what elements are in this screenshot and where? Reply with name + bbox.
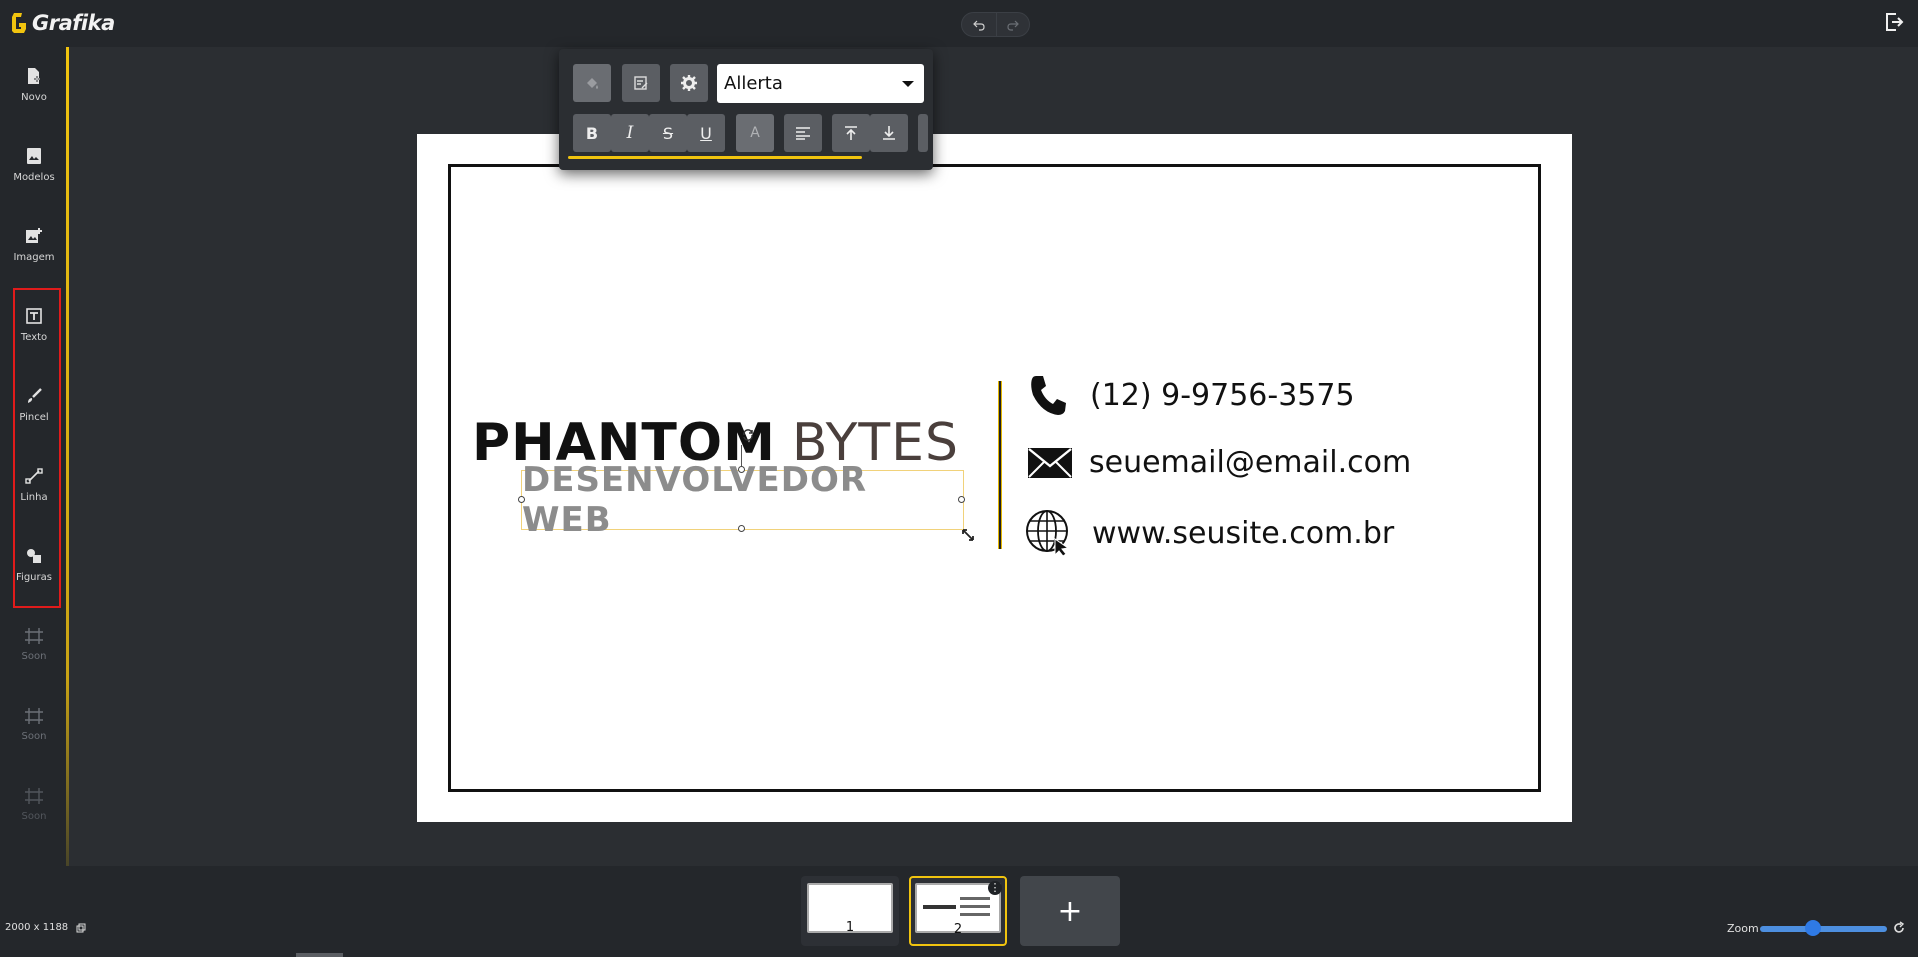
strikethrough-button[interactable]: S	[649, 114, 687, 152]
logout-button[interactable]	[1884, 12, 1904, 36]
sidebar-item-novo[interactable]: Novo	[0, 50, 68, 120]
resize-handle-bottom[interactable]	[738, 525, 745, 532]
italic-button[interactable]: I	[611, 114, 649, 152]
strikethrough-icon: S	[662, 123, 674, 143]
resize-handle-right[interactable]	[958, 496, 965, 503]
resize-handle-left[interactable]	[518, 496, 525, 503]
mail-icon	[1028, 447, 1072, 478]
phone-icon	[1031, 376, 1066, 415]
underline-button[interactable]: U	[687, 114, 725, 152]
sidebar-item-soon: Soon	[0, 610, 68, 680]
page-number: 1	[845, 920, 855, 935]
frame-icon	[25, 708, 43, 724]
font-family-value: Allerta	[724, 73, 783, 94]
templates-icon	[27, 148, 41, 164]
bottom-scroll-indicator	[296, 953, 343, 957]
page-thumbnail[interactable]: 1	[801, 876, 899, 946]
history-controls	[961, 12, 1030, 37]
font-size-icon: A	[750, 125, 760, 141]
caret-down-icon	[902, 80, 914, 87]
rotate-stem	[741, 445, 742, 466]
text-style-button[interactable]	[622, 64, 660, 102]
scale-handle-icon[interactable]	[961, 528, 975, 542]
font-family-select[interactable]: Allerta	[717, 64, 924, 103]
sidebar-item-soon: Soon	[0, 690, 68, 760]
logout-icon	[1886, 13, 1904, 31]
note-edit-icon	[634, 76, 648, 90]
bold-icon: B	[585, 123, 599, 143]
resize-handle-top[interactable]	[738, 466, 745, 473]
toolbar-scrollbar[interactable]	[568, 156, 862, 159]
zoom-label: Zoom	[1727, 922, 1759, 935]
sidebar-item-label: Soon	[21, 731, 47, 742]
preview-line	[960, 897, 990, 900]
frame-icon	[25, 628, 43, 644]
resize-canvas-icon[interactable]	[76, 923, 86, 933]
bold-button[interactable]: B	[573, 114, 611, 152]
page-number: 2	[953, 922, 963, 937]
italic-icon: I	[626, 123, 634, 143]
align-top-button[interactable]	[832, 114, 870, 152]
email-text: seuemail@email.com	[1089, 445, 1412, 480]
preview-line	[960, 905, 990, 908]
app-logo[interactable]: Grafika	[10, 11, 115, 35]
sidebar-item-imagem[interactable]: Imagem	[0, 210, 68, 280]
font-size-button[interactable]: A	[736, 114, 774, 152]
zoom-slider[interactable]	[1760, 926, 1887, 932]
more-tools-button[interactable]	[918, 114, 928, 152]
top-bar: Grafika	[0, 0, 1918, 47]
contact-phone[interactable]: (12) 9-9756-3575	[1028, 373, 1355, 417]
page-menu-icon[interactable]: ⋮	[988, 881, 1002, 895]
contact-email[interactable]: seuemail@email.com	[1027, 445, 1411, 480]
reset-zoom-icon[interactable]	[1892, 921, 1906, 935]
tool-group-highlight	[13, 288, 61, 608]
rotate-icon[interactable]	[741, 428, 755, 442]
align-top-icon	[845, 126, 857, 140]
gear-icon	[681, 75, 697, 91]
paint-bucket-icon	[587, 78, 598, 89]
card-divider[interactable]	[998, 381, 1002, 549]
sidebar-item-label: Imagem	[13, 252, 55, 263]
add-page-label: +	[1057, 893, 1083, 929]
preview-brand	[923, 905, 956, 909]
align-bottom-icon	[883, 126, 895, 140]
globe-icon	[1026, 510, 1070, 557]
website-text: www.seusite.com.br	[1092, 515, 1395, 551]
page-thumbnail-active[interactable]: 2 ⋮	[909, 876, 1007, 946]
align-bottom-button[interactable]	[870, 114, 908, 152]
sidebar-item-modelos[interactable]: Modelos	[0, 130, 68, 200]
fill-color-button[interactable]	[573, 64, 611, 102]
align-left-icon	[796, 127, 810, 140]
add-image-icon	[26, 228, 42, 243]
settings-button[interactable]	[670, 64, 708, 102]
undo-icon	[972, 20, 985, 31]
phone-text: (12) 9-9756-3575	[1090, 377, 1355, 413]
sidebar-item-label: Soon	[21, 651, 47, 662]
text-format-toolbar: Allerta B I S U A	[559, 49, 933, 170]
redo-icon	[1007, 20, 1019, 31]
sidebar-item-label: Modelos	[13, 172, 55, 183]
contact-website[interactable]: www.seusite.com.br	[1025, 509, 1394, 557]
underline-icon: U	[700, 123, 712, 143]
sidebar-item-label: Novo	[21, 92, 47, 103]
preview-line	[960, 913, 990, 916]
dimensions-text: 2000 x 1188	[5, 922, 69, 933]
selected-subtitle-text[interactable]: DESENVOLVEDOR WEB	[521, 460, 964, 540]
grafika-logo-icon	[12, 13, 26, 33]
add-page-button[interactable]: +	[1020, 876, 1120, 946]
canvas-dimensions: 2000 x 1188	[5, 922, 86, 933]
sidebar-item-label: Soon	[21, 811, 47, 822]
undo-button[interactable]	[962, 13, 996, 36]
app-name: Grafika	[32, 11, 115, 35]
sidebar-item-soon: Soon	[0, 770, 68, 840]
frame-icon	[25, 788, 43, 804]
align-left-button[interactable]	[784, 114, 822, 152]
new-file-icon	[28, 68, 40, 84]
redo-button[interactable]	[995, 13, 1030, 36]
